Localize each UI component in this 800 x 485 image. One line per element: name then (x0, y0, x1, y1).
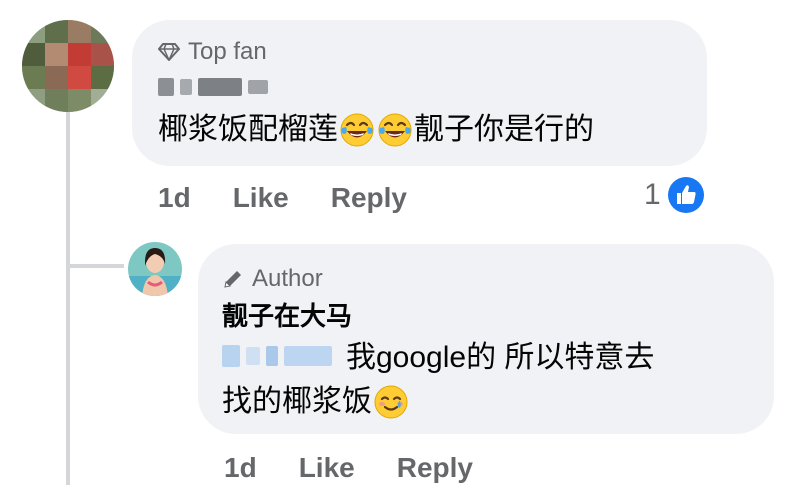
top-fan-badge: Top fan (158, 38, 267, 66)
badge-label: Author (252, 265, 323, 292)
reply-text-line2: 找的椰浆饭 (222, 382, 410, 422)
like-button[interactable]: Like (233, 182, 289, 214)
author-name[interactable]: 靓子在大马 (222, 296, 352, 333)
reply-button[interactable]: Reply (331, 182, 407, 214)
commenter-avatar[interactable] (22, 20, 114, 112)
commenter-name-blurred[interactable] (158, 78, 268, 96)
comment-timestamp[interactable]: 1d (158, 182, 191, 214)
like-button[interactable]: Like (299, 452, 355, 484)
reaction-summary[interactable]: 1 (644, 176, 705, 214)
thread-line (66, 112, 70, 485)
mentioned-user-blurred[interactable] (222, 345, 332, 367)
reply-actions: 1d Like Reply (224, 452, 473, 484)
author-badge: Author (222, 265, 323, 293)
badge-label: Top fan (188, 38, 267, 65)
thumbs-up-icon (667, 177, 704, 213)
comment-actions: 1d Like Reply (158, 182, 407, 214)
reply-timestamp[interactable]: 1d (224, 452, 257, 484)
reply-button[interactable]: Reply (397, 452, 473, 484)
diamond-icon (158, 43, 180, 61)
tears-of-joy-emoji (340, 113, 374, 147)
smiling-with-tear-emoji (374, 385, 408, 419)
comment-text: 椰浆饭配榴莲 靓子你是行的 (158, 113, 594, 147)
pencil-icon (224, 271, 241, 288)
reply-text-line1: 我google的 所以特意去 (346, 341, 655, 374)
tears-of-joy-emoji (378, 113, 412, 147)
author-avatar[interactable] (128, 242, 182, 296)
reaction-count: 1 (644, 178, 661, 211)
thread-connector (66, 264, 124, 268)
